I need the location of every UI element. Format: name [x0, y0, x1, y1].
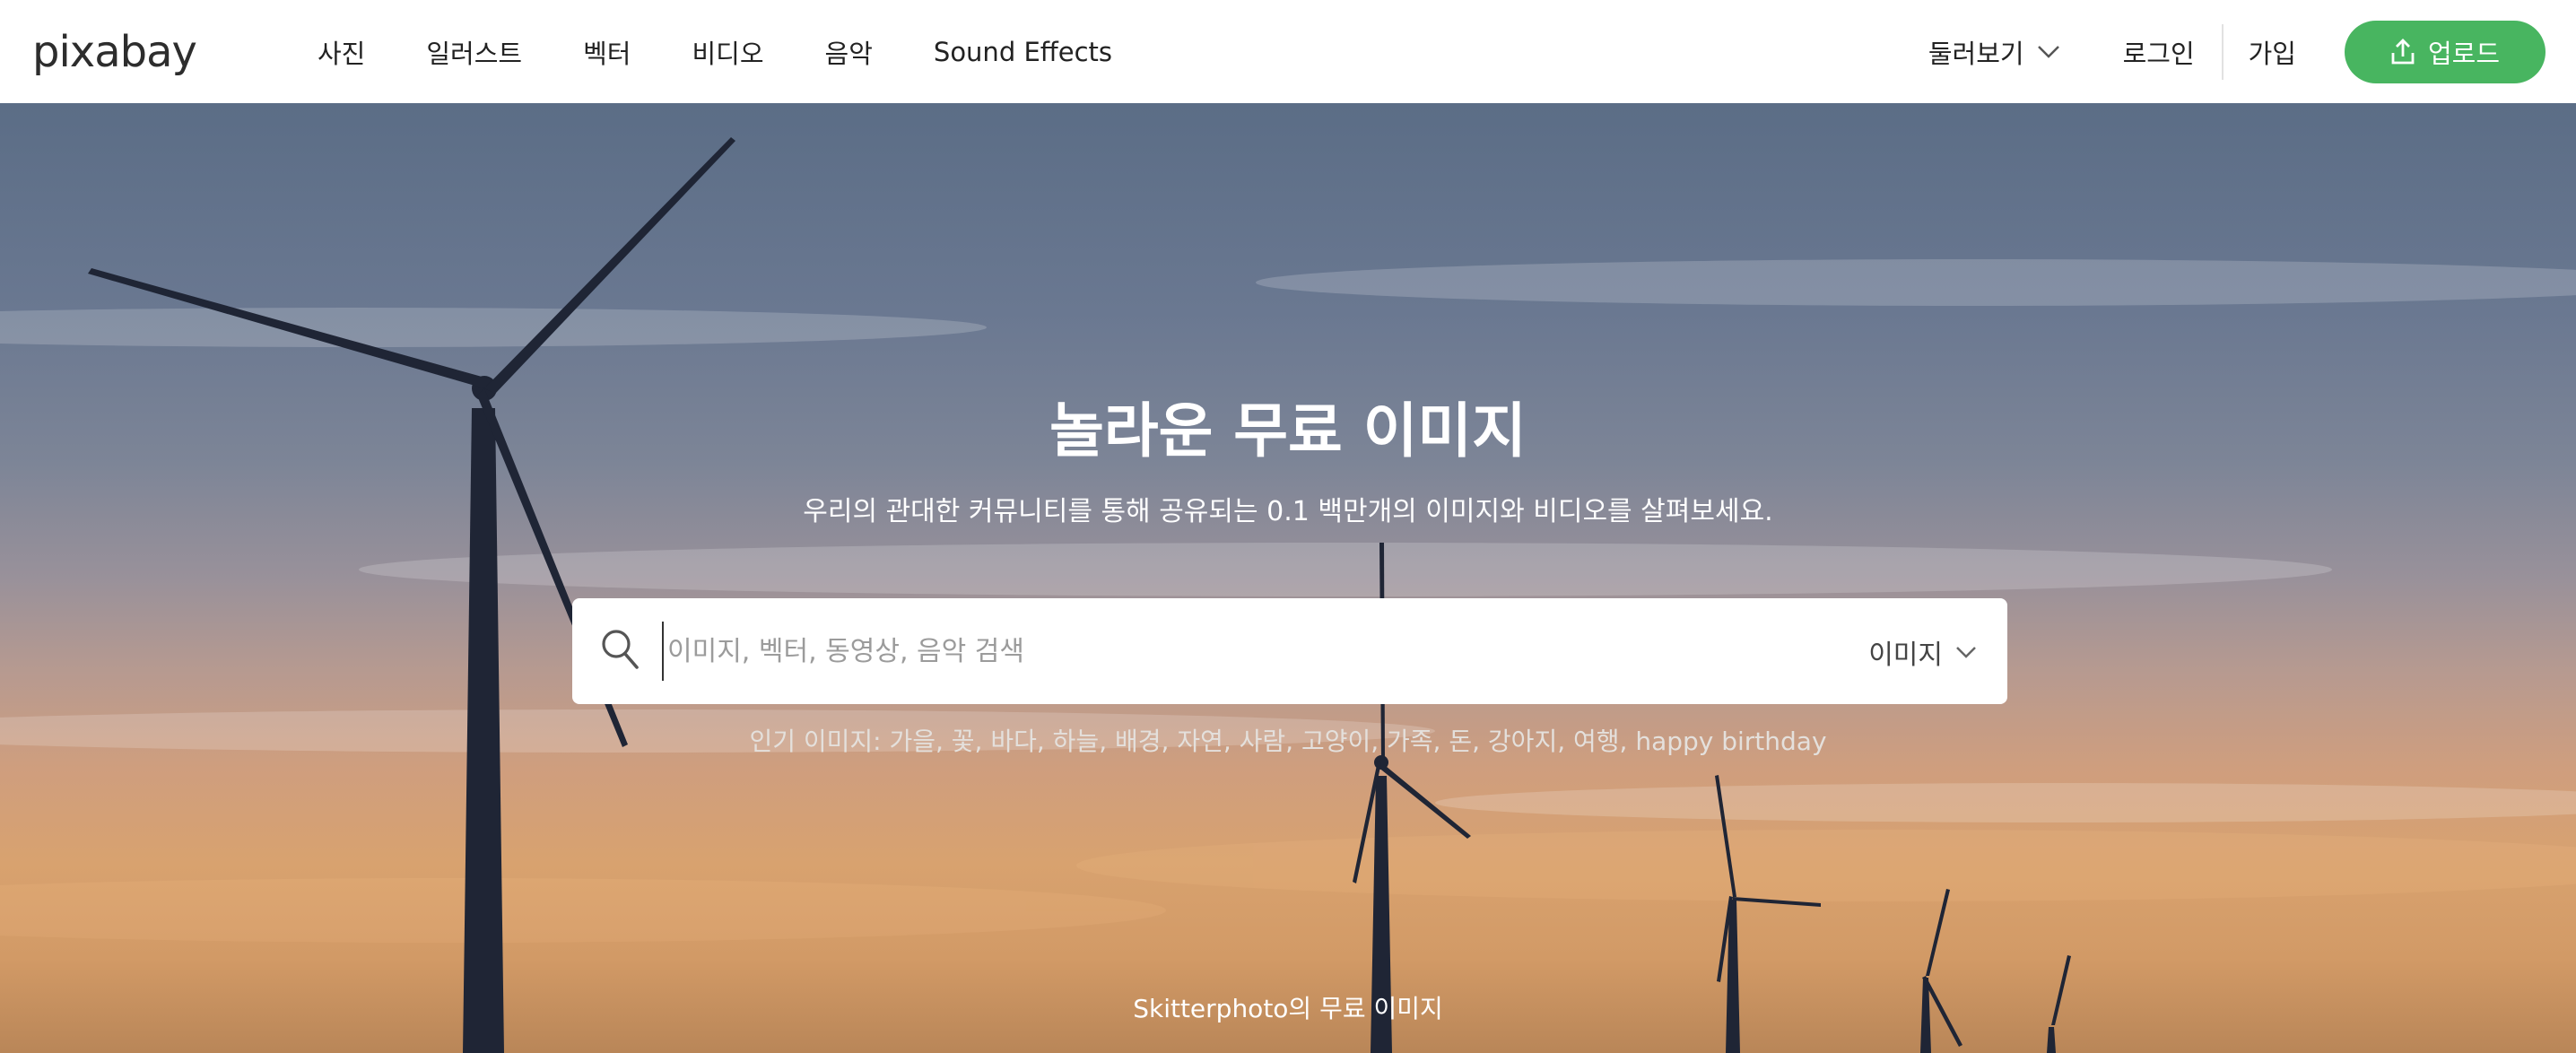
- nav-videos[interactable]: 비디오: [692, 33, 763, 71]
- top-header: pixabay 사진 일러스트 벡터 비디오 음악 Sound Effects …: [0, 0, 2576, 103]
- chevron-down-icon: [2037, 45, 2059, 58]
- header-actions: 둘러보기 로그인 가입 업로드: [1928, 0, 2546, 103]
- search-type-label: 이미지: [1868, 640, 1943, 671]
- nav-photos[interactable]: 사진: [318, 33, 365, 71]
- signup-link[interactable]: 가입: [2249, 33, 2296, 71]
- explore-label: 둘러보기: [1928, 38, 2024, 69]
- upload-icon: [2391, 38, 2415, 64]
- popular-searches[interactable]: 인기 이미지: 가을, 꽃, 바다, 하늘, 배경, 자연, 사람, 고양이, …: [0, 722, 2576, 758]
- main-nav: 사진 일러스트 벡터 비디오 음악 Sound Effects: [287, 0, 1143, 103]
- hero-subtitle: 우리의 관대한 커뮤니티를 통해 공유되는 0.1 백만개의 이미지와 비디오를…: [803, 496, 1773, 527]
- login-link[interactable]: 로그인: [2123, 33, 2195, 71]
- nav-music[interactable]: 음악: [825, 33, 873, 71]
- nav-vectors[interactable]: 벡터: [583, 33, 631, 71]
- upload-button[interactable]: 업로드: [2345, 20, 2546, 83]
- nav-illustrations[interactable]: 일러스트: [426, 33, 522, 71]
- hero-banner: 놀라운 무료 이미지 우리의 관대한 커뮤니티를 통해 공유되는 0.1 백만개…: [0, 103, 2576, 1053]
- search-bar: 이미지: [572, 598, 2007, 704]
- pixabay-logo[interactable]: pixabay: [32, 27, 197, 77]
- hero-title: 놀라운 무료 이미지: [1049, 396, 1527, 466]
- upload-label: 업로드: [2427, 38, 2501, 69]
- header-divider: [2221, 23, 2224, 80]
- wind-turbines-background: [0, 137, 2576, 1053]
- chevron-down-icon: [1956, 646, 1976, 658]
- photo-credit[interactable]: Skitterphoto의 무료 이미지: [0, 989, 2576, 1025]
- search-type-select[interactable]: 이미지: [1868, 632, 1977, 672]
- nav-sound-effects[interactable]: Sound Effects: [934, 37, 1112, 67]
- explore-menu[interactable]: 둘러보기: [1928, 33, 2060, 71]
- search-input[interactable]: [662, 622, 1559, 681]
- search-icon: [602, 630, 639, 669]
